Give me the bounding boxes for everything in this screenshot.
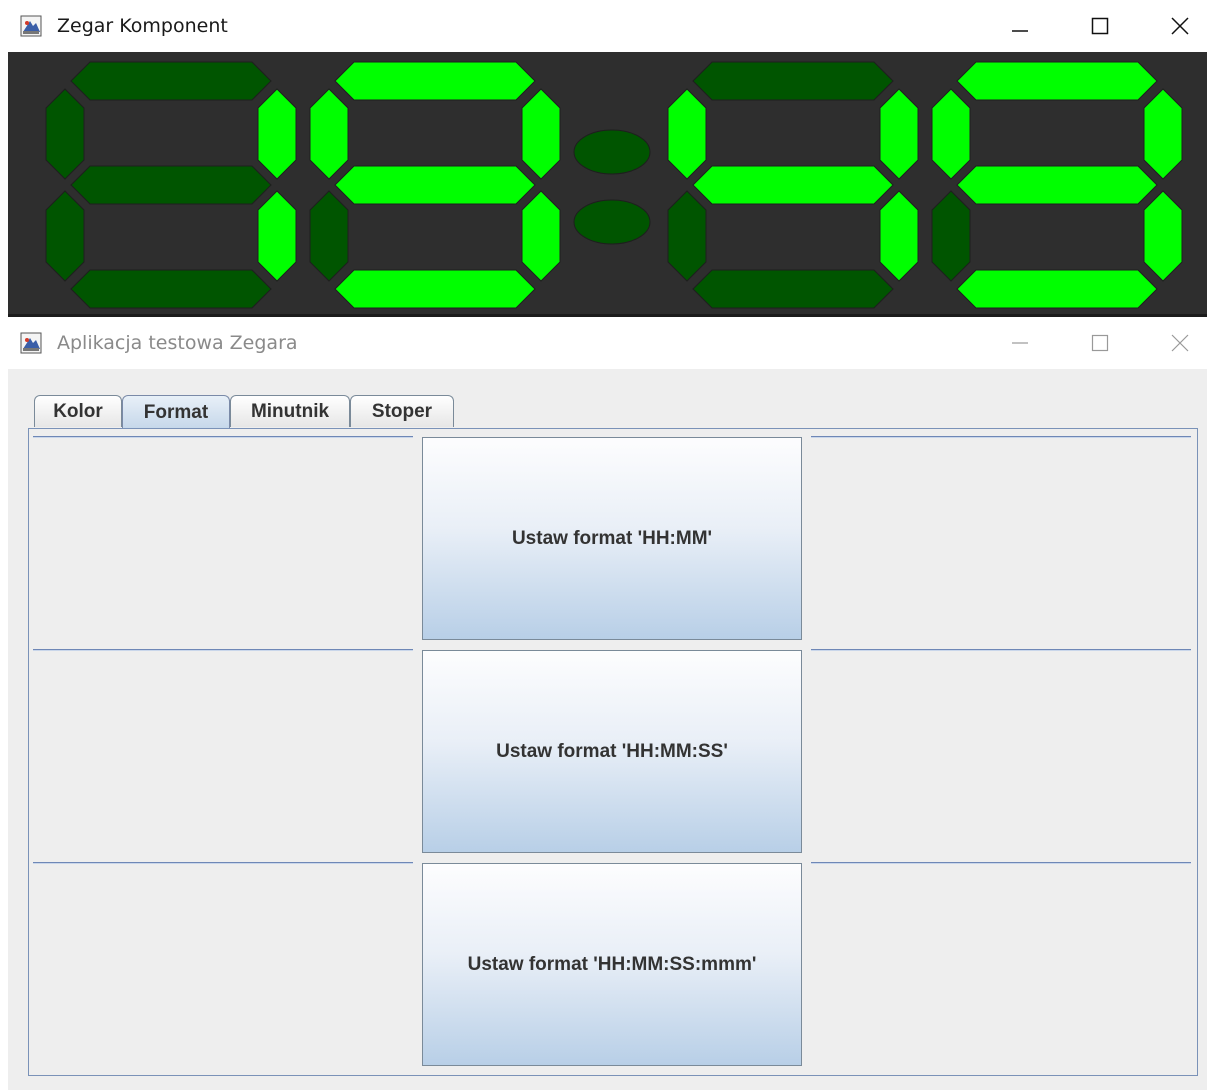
maximize-button[interactable] bbox=[1077, 6, 1123, 46]
segment-c bbox=[257, 190, 297, 282]
segment-f bbox=[45, 88, 85, 180]
separator bbox=[811, 649, 1191, 651]
segment-b bbox=[257, 88, 297, 180]
maximize-icon bbox=[1091, 334, 1109, 352]
tab-format[interactable]: Format bbox=[122, 395, 230, 429]
segment-g bbox=[956, 165, 1158, 205]
minimize-icon bbox=[1012, 30, 1028, 32]
segment-a bbox=[334, 61, 536, 101]
segment-d bbox=[334, 269, 536, 309]
tab-minutnik[interactable]: Minutnik bbox=[230, 395, 350, 427]
close-icon bbox=[1171, 334, 1189, 352]
window-title: Aplikacja testowa Zegara bbox=[57, 332, 298, 354]
clock-digits bbox=[45, 61, 1183, 309]
segment-f bbox=[667, 88, 707, 180]
separator bbox=[811, 862, 1191, 864]
tab-label: Minutnik bbox=[250, 400, 330, 422]
separator bbox=[33, 862, 413, 864]
button-label: Ustaw format 'HH:MM:SS:mmm' bbox=[467, 953, 757, 975]
format-tab-panel: Ustaw format 'HH:MM' Ustaw format 'HH:MM… bbox=[28, 428, 1198, 1076]
segment-f bbox=[309, 88, 349, 180]
minimize-button[interactable] bbox=[997, 6, 1043, 46]
colon-dot bbox=[573, 129, 651, 175]
seven-segment-clock-display bbox=[8, 52, 1207, 317]
segment-e bbox=[667, 190, 707, 282]
segment-b bbox=[1143, 88, 1183, 180]
tab-kolor[interactable]: Kolor bbox=[34, 395, 122, 427]
test-window-titlebar: Aplikacja testowa Zegara bbox=[0, 317, 1215, 369]
set-format-hhmm-button[interactable]: Ustaw format 'HH:MM' bbox=[422, 437, 802, 640]
segment-e bbox=[45, 190, 85, 282]
segment-b bbox=[521, 88, 561, 180]
segment-c bbox=[521, 190, 561, 282]
segment-f bbox=[931, 88, 971, 180]
button-label: Ustaw format 'HH:MM' bbox=[511, 527, 713, 549]
maximize-button[interactable] bbox=[1077, 323, 1123, 363]
java-app-icon bbox=[20, 332, 42, 354]
tab-stoper[interactable]: Stoper bbox=[350, 395, 454, 427]
segment-d bbox=[956, 269, 1158, 309]
tab-label: Format bbox=[143, 401, 209, 423]
tab-label: Kolor bbox=[53, 400, 103, 422]
segment-d bbox=[70, 269, 272, 309]
minimize-button[interactable] bbox=[997, 323, 1043, 363]
segment-a bbox=[956, 61, 1158, 101]
separator bbox=[33, 436, 413, 438]
minimize-icon bbox=[1012, 342, 1028, 344]
segment-b bbox=[879, 88, 919, 180]
segment-g bbox=[692, 165, 894, 205]
button-label: Ustaw format 'HH:MM:SS' bbox=[496, 740, 728, 762]
segment-d bbox=[692, 269, 894, 309]
segment-c bbox=[879, 190, 919, 282]
separator bbox=[33, 649, 413, 651]
colon-dot bbox=[573, 199, 651, 245]
java-app-icon bbox=[20, 15, 42, 37]
maximize-icon bbox=[1091, 17, 1109, 35]
clock-window-titlebar: Zegar Komponent bbox=[0, 0, 1215, 52]
segment-c bbox=[1143, 190, 1183, 282]
set-format-hhmmssmmm-button[interactable]: Ustaw format 'HH:MM:SS:mmm' bbox=[422, 863, 802, 1066]
segment-g bbox=[334, 165, 536, 205]
segment-e bbox=[931, 190, 971, 282]
segment-g bbox=[70, 165, 272, 205]
segment-e bbox=[309, 190, 349, 282]
segment-a bbox=[70, 61, 272, 101]
window-title: Zegar Komponent bbox=[57, 15, 228, 37]
set-format-hhmmss-button[interactable]: Ustaw format 'HH:MM:SS' bbox=[422, 650, 802, 853]
segment-a bbox=[692, 61, 894, 101]
separator bbox=[811, 436, 1191, 438]
test-app-content: Kolor Format Minutnik Stoper Ustaw forma… bbox=[8, 369, 1207, 1090]
close-button[interactable] bbox=[1157, 6, 1203, 46]
tab-label: Stoper bbox=[371, 400, 433, 422]
close-button[interactable] bbox=[1157, 323, 1203, 363]
close-icon bbox=[1171, 17, 1189, 35]
